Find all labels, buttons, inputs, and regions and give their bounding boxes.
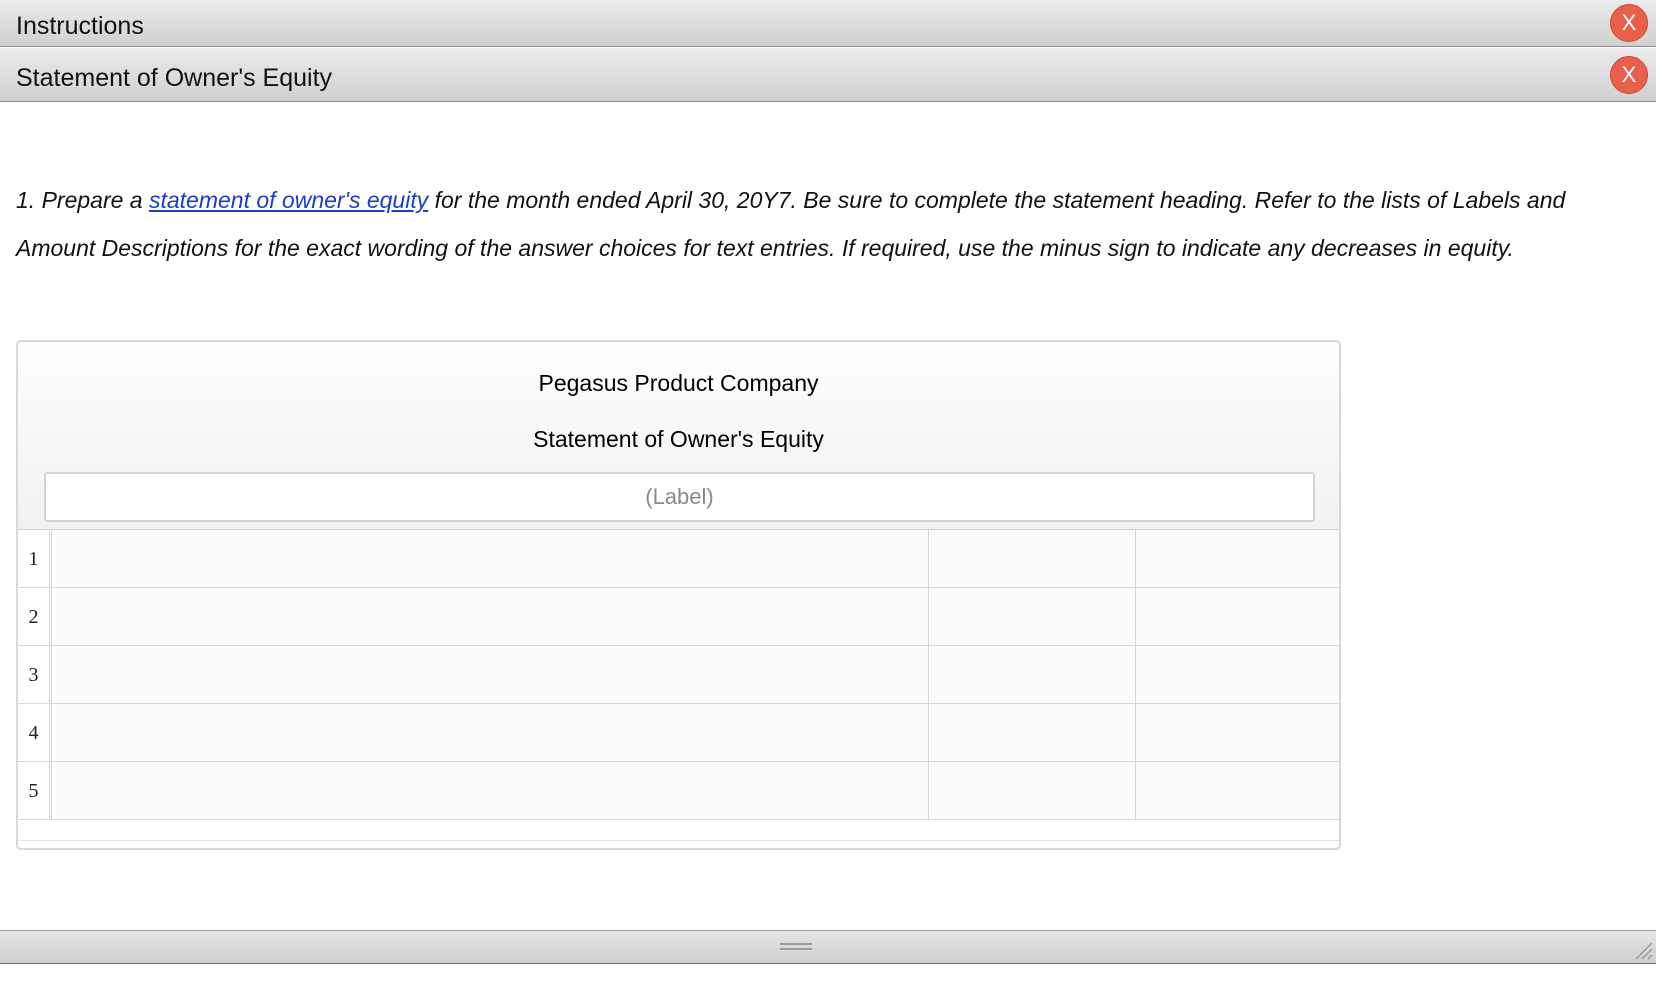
- description-cell[interactable]: [56, 762, 929, 819]
- total-cell[interactable]: [1137, 704, 1339, 761]
- statement-footer: [18, 820, 1339, 841]
- amount-cell[interactable]: [930, 646, 1136, 703]
- resize-corner-icon[interactable]: [1630, 937, 1654, 961]
- statement-heading: Pegasus Product Company Statement of Own…: [18, 342, 1339, 530]
- row-number: 2: [18, 588, 52, 645]
- table-row: 3: [18, 646, 1339, 704]
- row-number: 3: [18, 646, 52, 703]
- statement-panel-title: Statement of Owner's Equity: [16, 64, 333, 92]
- row-number: 4: [18, 704, 52, 761]
- row-number: 5: [18, 762, 52, 819]
- drag-handle-icon[interactable]: [780, 943, 812, 951]
- table-row: 5: [18, 762, 1339, 820]
- total-cell[interactable]: [1137, 762, 1339, 819]
- instruction-text: 1. Prepare a statement of owner's equity…: [16, 176, 1646, 272]
- company-name: Pegasus Product Company: [538, 370, 819, 396]
- total-cell[interactable]: [1137, 530, 1339, 587]
- total-cell[interactable]: [1137, 646, 1339, 703]
- amount-cell[interactable]: [930, 530, 1136, 587]
- date-label-dropdown[interactable]: (Label): [44, 472, 1315, 522]
- instruction-lead: 1. Prepare a: [16, 187, 149, 213]
- amount-cell[interactable]: [930, 588, 1136, 645]
- close-statement-button[interactable]: X: [1610, 56, 1648, 94]
- table-row: 1: [18, 530, 1339, 588]
- instructions-title: Instructions: [16, 12, 144, 40]
- close-instructions-button[interactable]: X: [1610, 4, 1648, 42]
- amount-cell[interactable]: [930, 704, 1136, 761]
- statement-title: Statement of Owner's Equity: [533, 426, 824, 452]
- description-cell[interactable]: [56, 704, 929, 761]
- description-cell[interactable]: [56, 646, 929, 703]
- table-row: 4: [18, 704, 1339, 762]
- panel-resize-bar[interactable]: [0, 930, 1656, 964]
- instructions-title-bar: Instructions X: [0, 0, 1656, 47]
- description-cell[interactable]: [56, 588, 929, 645]
- statement-title-bar: Statement of Owner's Equity X: [0, 48, 1656, 102]
- amount-cell[interactable]: [930, 762, 1136, 819]
- statement-of-owners-equity-link[interactable]: statement of owner's equity: [149, 187, 428, 213]
- row-number: 1: [18, 530, 52, 587]
- statement-form: Pegasus Product Company Statement of Own…: [16, 340, 1341, 850]
- statement-grid: 1 2 3 4 5: [18, 530, 1339, 820]
- table-row: 2: [18, 588, 1339, 646]
- description-cell[interactable]: [56, 530, 929, 587]
- total-cell[interactable]: [1137, 588, 1339, 645]
